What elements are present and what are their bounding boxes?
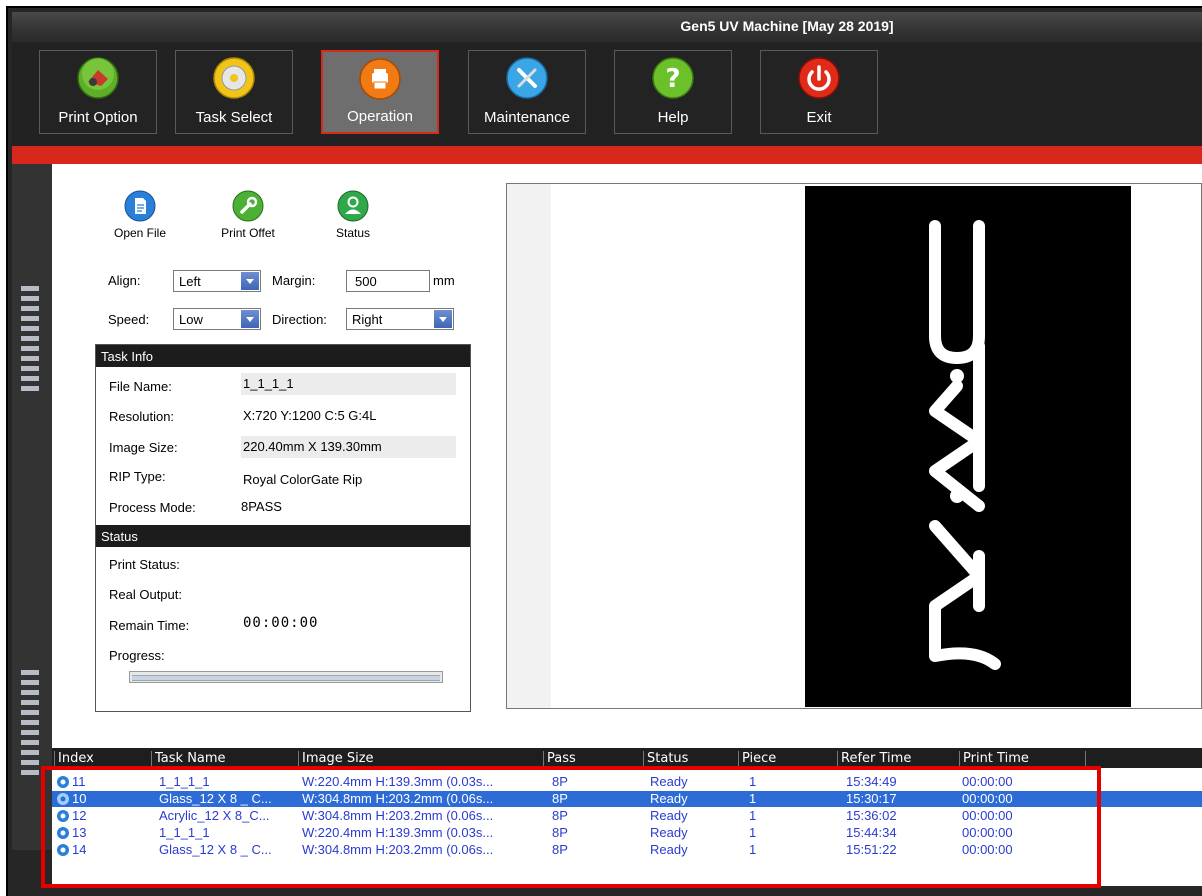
speed-select[interactable]: Low [173, 308, 261, 330]
file-name-label: File Name: [109, 379, 172, 394]
direction-label: Direction: [272, 312, 327, 327]
operation-button[interactable]: Operation [321, 50, 439, 134]
rip-type-label: RIP Type: [109, 469, 166, 484]
help-label: Help [657, 109, 689, 126]
operation-label: Operation [347, 108, 413, 125]
exit-label: Exit [806, 109, 832, 126]
power-icon [798, 57, 840, 99]
file-icon [124, 190, 156, 222]
user-icon [337, 190, 369, 222]
image-preview [506, 183, 1202, 709]
progress-bar [129, 671, 443, 683]
help-icon: ? [652, 57, 694, 99]
resolution-label: Resolution: [109, 409, 175, 424]
svg-text:?: ? [665, 64, 680, 94]
progress-label: Progress: [109, 648, 165, 663]
print-status-label: Print Status: [109, 557, 180, 572]
resolution-value: X:720 Y:1200 C:5 G:4L [243, 408, 377, 423]
process-mode-value: 8PASS [241, 499, 282, 514]
image-size-value: 220.40mm X 139.30mm [241, 436, 456, 458]
print-option-label: Print Option [58, 109, 138, 126]
left-side-strip [12, 164, 52, 850]
align-select[interactable]: Left [173, 270, 261, 292]
chevron-down-icon[interactable] [241, 310, 259, 328]
grip-handle-top[interactable] [21, 286, 39, 396]
task-info-header: Task Info [96, 345, 470, 367]
printer-gear-icon [77, 57, 119, 99]
status-header: Status [96, 525, 470, 547]
highlight-box [41, 766, 1101, 888]
maintenance-button[interactable]: Maintenance [468, 50, 586, 134]
disc-icon [213, 57, 255, 99]
wrench-icon [232, 190, 264, 222]
accent-bar [12, 146, 1202, 164]
print-offset-label: Print Offet [221, 226, 275, 240]
open-file-button[interactable]: Open File [100, 190, 180, 240]
help-button[interactable]: ? Help [614, 50, 732, 134]
align-label: Align: [108, 273, 141, 288]
print-icon [359, 58, 401, 100]
image-size-label: Image Size: [109, 440, 178, 455]
speed-value: Low [179, 312, 203, 327]
margin-unit: mm [433, 273, 455, 288]
margin-input[interactable]: 500 [346, 270, 430, 292]
chevron-down-icon[interactable] [241, 272, 259, 290]
real-output-label: Real Output: [109, 587, 182, 602]
progress-fill [132, 675, 440, 681]
print-offset-button[interactable]: Print Offet [208, 190, 288, 240]
speed-label: Speed: [108, 312, 150, 327]
tools-icon [506, 57, 548, 99]
status-button-label: Status [335, 226, 371, 240]
grip-handle-bottom[interactable] [21, 670, 39, 780]
file-name-value: 1_1_1_1 [241, 373, 456, 395]
direction-select[interactable]: Right [346, 308, 454, 330]
task-select-button[interactable]: Task Select [175, 50, 293, 134]
window-title: Gen5 UV Machine [May 28 2019] [680, 18, 894, 34]
process-mode-label: Process Mode: [109, 500, 196, 515]
preview-image [805, 186, 1131, 707]
remain-time-value: 00:00:00 [243, 615, 319, 631]
open-file-label: Open File [113, 226, 167, 240]
main-toolbar: Print Option Task Select Operation Maint… [12, 42, 1202, 146]
task-info-panel: Task Info File Name: 1_1_1_1 Resolution:… [95, 344, 471, 712]
remain-time-label: Remain Time: [109, 618, 190, 633]
rip-type-value: Royal ColorGate Rip [243, 472, 363, 487]
exit-button[interactable]: Exit [760, 50, 878, 134]
task-select-label: Task Select [195, 109, 273, 126]
chevron-down-icon[interactable] [434, 310, 452, 328]
title-bar: Gen5 UV Machine [May 28 2019] [12, 12, 1202, 42]
table-header: Index Task Name Image Size Pass Status P… [52, 748, 1202, 768]
align-value: Left [179, 274, 201, 289]
margin-label: Margin: [272, 273, 316, 288]
status-button[interactable]: Status [313, 190, 393, 240]
maintenance-label: Maintenance [484, 109, 570, 126]
direction-value: Right [352, 312, 383, 327]
print-option-button[interactable]: Print Option [39, 50, 157, 134]
